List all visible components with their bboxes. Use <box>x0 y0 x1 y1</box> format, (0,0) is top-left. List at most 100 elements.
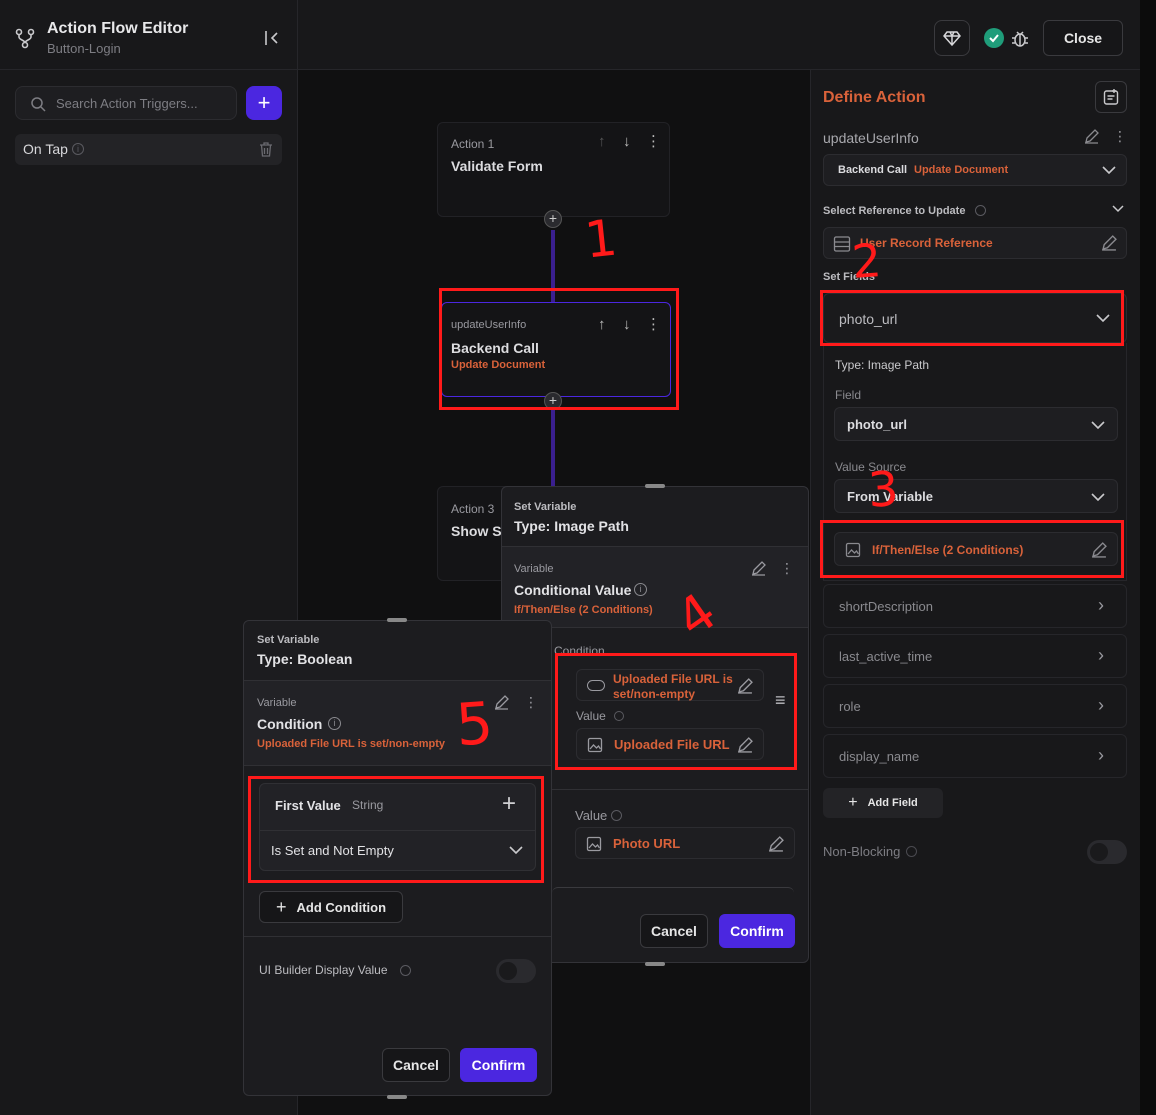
define-action-panel: Define Action updateUserInfo ⋮ Backend C… <box>810 70 1140 1115</box>
trigger-item-on-tap[interactable]: On Tap i <box>15 134 282 165</box>
chevron-right-icon: › <box>1098 745 1104 765</box>
add-condition-button[interactable]: + Add Condition <box>259 891 403 923</box>
image-icon <box>587 737 603 753</box>
field-select-photo-url[interactable]: photo_url <box>823 293 1127 343</box>
action-card-2[interactable]: updateUserInfo Backend Call Update Docum… <box>441 302 671 397</box>
field-selected: photo_url <box>839 311 898 327</box>
value-source-dropdown[interactable]: From Variable <box>834 479 1118 513</box>
edit-icon[interactable] <box>737 678 753 694</box>
field-row[interactable]: role › <box>823 684 1127 728</box>
edit-icon[interactable] <box>737 737 753 753</box>
trash-icon[interactable] <box>259 142 273 157</box>
non-blocking-toggle[interactable] <box>1087 840 1127 864</box>
reference-field[interactable]: User Record Reference <box>823 227 1127 259</box>
add-trigger-button[interactable]: + <box>246 86 282 120</box>
edit-icon[interactable] <box>494 695 509 710</box>
variable-label: Variable <box>257 697 297 709</box>
popup-drag-handle[interactable] <box>645 962 665 966</box>
field-details: Type: Image Path Field photo_url Value S… <box>823 343 1127 581</box>
value-text: Uploaded File URL <box>614 737 730 752</box>
info-icon <box>400 965 411 976</box>
popup-title-small: Set Variable <box>257 634 320 646</box>
info-icon <box>614 711 624 721</box>
header-right: Close <box>298 0 1140 70</box>
cancel-button[interactable]: Cancel <box>382 1048 450 1082</box>
info-icon: i <box>72 143 84 155</box>
variable-section: Variable Condition i Uploaded File URL i… <box>244 680 551 766</box>
edit-icon[interactable] <box>1101 235 1117 251</box>
popup-title: Type: Boolean <box>257 651 353 667</box>
notes-button[interactable] <box>1095 81 1127 113</box>
field-row[interactable]: last_active_time › <box>823 634 1127 678</box>
field-dropdown[interactable]: photo_url <box>834 407 1118 441</box>
more-icon[interactable]: ⋮ <box>524 694 538 711</box>
condition-value-line1: Uploaded File URL is <box>613 672 733 686</box>
operator-dropdown[interactable]: Is Set and Not Empty <box>260 830 535 870</box>
variable-field[interactable]: If/Then/Else (2 Conditions) <box>834 532 1118 566</box>
condition-field[interactable]: Uploaded File URL is set/non-empty <box>576 669 764 701</box>
more-icon[interactable]: ⋮ <box>646 315 661 333</box>
add-field-button[interactable]: + Add Field <box>823 788 943 818</box>
ai-button[interactable] <box>934 20 970 56</box>
chevron-down-icon[interactable] <box>1112 204 1124 214</box>
action-sub: Update Document <box>451 359 546 371</box>
cancel-button[interactable]: Cancel <box>640 914 708 948</box>
set-fields-label: Set Fields <box>823 271 875 283</box>
popup-drag-handle[interactable] <box>387 1095 407 1099</box>
scroll-edge <box>552 887 794 895</box>
confirm-button[interactable]: Confirm <box>460 1048 537 1082</box>
value-field-1[interactable]: Uploaded File URL <box>576 728 764 760</box>
chevron-down-icon <box>1091 419 1105 431</box>
more-icon[interactable]: ⋮ <box>646 132 661 150</box>
more-icon[interactable]: ⋮ <box>1113 128 1127 145</box>
non-blocking-label: Non-Blocking <box>823 844 901 859</box>
move-down-icon[interactable]: ↓ <box>623 133 631 150</box>
reorder-icon[interactable]: ≡ <box>775 690 786 711</box>
collapse-panel-icon[interactable] <box>263 29 281 47</box>
variable-value: If/Then/Else (2 Conditions) <box>872 543 1024 557</box>
variable-name: Condition <box>257 716 323 732</box>
more-icon[interactable]: ⋮ <box>780 560 794 577</box>
plus-icon: + <box>848 794 858 811</box>
variable-section: Variable Conditional Value i If/Then/Els… <box>502 546 808 628</box>
add-condition-label: Add Condition <box>296 899 387 915</box>
field-value: photo_url <box>847 417 907 432</box>
move-up-icon[interactable]: ↑ <box>598 133 606 150</box>
search-placeholder: Search Action Triggers... <box>56 96 198 111</box>
action-title: Validate Form <box>451 158 543 174</box>
field-row[interactable]: shortDescription › <box>823 584 1127 628</box>
edit-icon[interactable] <box>768 836 784 852</box>
divider <box>244 936 551 937</box>
popup-drag-handle[interactable] <box>387 618 407 622</box>
ui-builder-toggle[interactable] <box>496 959 536 983</box>
debug-bug-icon[interactable] <box>1010 28 1030 48</box>
field-row[interactable]: display_name › <box>823 734 1127 778</box>
edit-icon[interactable] <box>1084 129 1099 144</box>
search-trigger-input[interactable]: Search Action Triggers... <box>15 86 237 120</box>
variable-label: Variable <box>514 563 554 575</box>
add-action-node[interactable]: + <box>544 392 562 410</box>
reference-value: User Record Reference <box>860 236 993 250</box>
chevron-down-icon <box>1096 312 1110 324</box>
image-icon <box>845 542 861 558</box>
call-type-select[interactable]: Backend Call Update Document <box>823 154 1127 186</box>
action-card-1[interactable]: Action 1 Validate Form ↑ ↓ ⋮ <box>437 122 670 217</box>
action-name: updateUserInfo <box>823 130 919 146</box>
add-action-node[interactable]: + <box>544 210 562 228</box>
confirm-button[interactable]: Confirm <box>719 914 795 948</box>
value-source-label: Value Source <box>835 460 907 474</box>
flow-icon <box>14 27 36 49</box>
edit-icon[interactable] <box>751 561 766 576</box>
value-source: From Variable <box>847 489 933 504</box>
close-button[interactable]: Close <box>1043 20 1123 56</box>
value-field-2[interactable]: Photo URL <box>575 827 795 859</box>
move-down-icon[interactable]: ↓ <box>623 316 631 333</box>
edit-icon[interactable] <box>1091 542 1107 558</box>
chevron-right-icon: › <box>1098 595 1104 615</box>
field-name: role <box>839 699 861 714</box>
move-up-icon[interactable]: ↑ <box>598 316 606 333</box>
operator-value: Is Set and Not Empty <box>271 843 394 858</box>
connector-line <box>551 410 555 486</box>
popup-drag-handle[interactable] <box>645 484 665 488</box>
add-value-plus-icon[interactable]: + <box>502 790 516 818</box>
